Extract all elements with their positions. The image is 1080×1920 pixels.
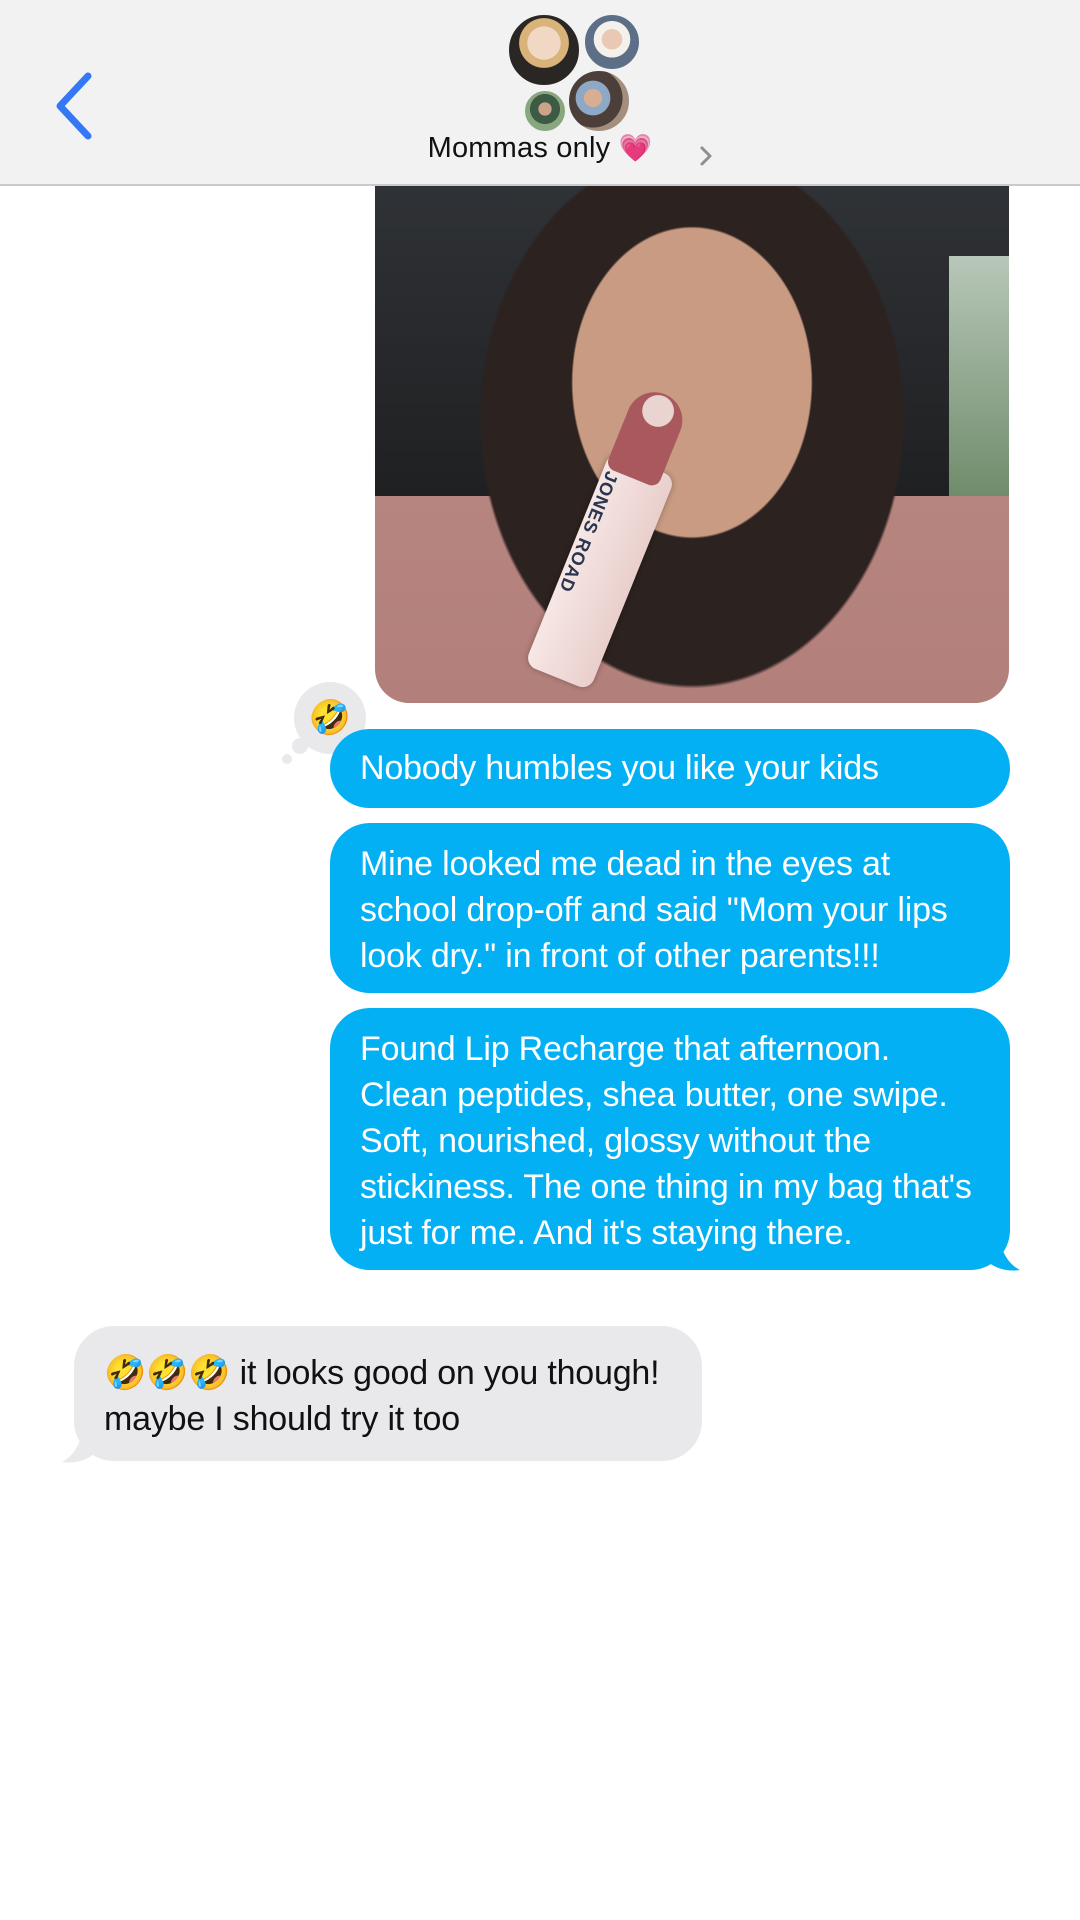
member-avatar-1[interactable] — [506, 12, 582, 88]
lip-product-applicator — [605, 383, 691, 489]
incoming-message-bubble[interactable]: 🤣🤣🤣 it looks good on you though! maybe I… — [74, 1326, 702, 1461]
outgoing-message-bubble[interactable]: Found Lip Recharge that afternoon. Clean… — [330, 1008, 1010, 1270]
bubble-tail — [62, 1424, 98, 1463]
laughing-emoji-icon: 🤣 — [308, 699, 352, 737]
outgoing-message-bubble[interactable]: Mine looked me dead in the eyes at schoo… — [330, 823, 1010, 993]
conversation-header: Mommas only 💗 — [0, 0, 1080, 186]
group-name-emoji: 💗 — [618, 133, 653, 163]
message-text: Mine looked me dead in the eyes at schoo… — [360, 845, 948, 975]
outgoing-message-bubble[interactable]: Nobody humbles you like your kids — [330, 729, 1010, 808]
member-avatar-4[interactable] — [566, 68, 632, 134]
group-name[interactable]: Mommas only 💗 — [0, 132, 1080, 165]
member-avatar-2[interactable] — [582, 12, 642, 72]
member-avatar-3[interactable] — [522, 88, 568, 134]
chevron-right-icon[interactable] — [696, 142, 716, 170]
car-window — [949, 256, 1009, 496]
bubble-tail — [984, 1232, 1020, 1271]
message-text: 🤣🤣🤣 it looks good on you though! maybe I… — [104, 1354, 660, 1438]
message-text: Nobody humbles you like your kids — [360, 749, 879, 787]
group-name-label: Mommas only — [427, 132, 611, 164]
chevron-left-icon — [56, 72, 92, 140]
photo-message[interactable]: JONES ROAD — [375, 186, 1009, 703]
tapback-tail-dot — [282, 754, 292, 764]
message-text: Found Lip Recharge that afternoon. Clean… — [360, 1030, 972, 1252]
